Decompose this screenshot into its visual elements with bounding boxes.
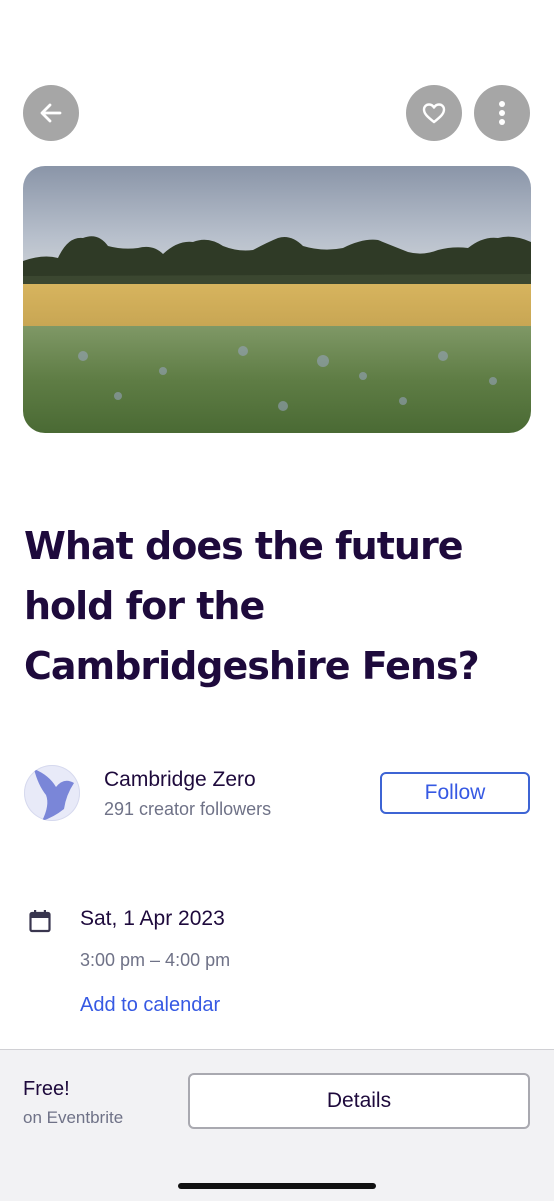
home-indicator[interactable] [178,1183,376,1189]
organizer-avatar[interactable] [24,765,80,821]
event-title: What does the future hold for the Cambri… [24,524,480,688]
organizer-name[interactable]: Cambridge Zero [104,768,256,792]
event-date: Sat, 1 Apr 2023 [80,907,225,930]
more-options-button[interactable] [474,85,530,141]
event-time: 3:00 pm – 4:00 pm [80,950,231,970]
event-hero-image [23,166,531,433]
calendar-icon [29,909,51,938]
details-button[interactable]: Details [188,1073,530,1129]
price-label: Free! [23,1078,70,1100]
more-vertical-icon [499,101,505,125]
back-button[interactable] [23,85,79,141]
organizer-followers: 291 creator followers [104,799,272,819]
price-source: on Eventbrite [23,1108,124,1127]
footer-bar: Free! on Eventbrite Details [0,1049,554,1201]
favorite-button[interactable] [406,85,462,141]
add-to-calendar-link[interactable]: Add to calendar [80,994,220,1017]
follow-button[interactable]: Follow [380,772,530,814]
heart-icon [422,103,446,124]
arrow-left-icon [40,103,62,123]
